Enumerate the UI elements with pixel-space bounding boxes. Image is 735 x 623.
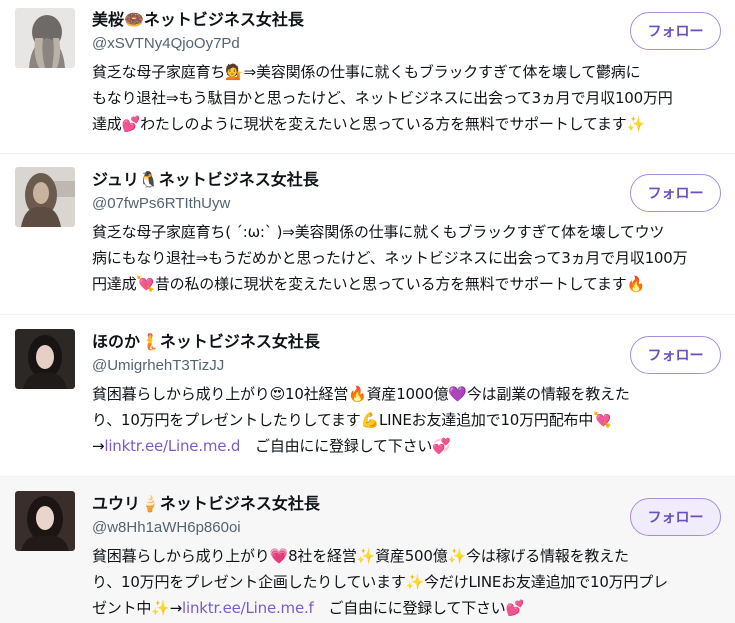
bio-line: ゼント中✨→linktr.ee/Line.me.f ご自由にに登録して下さい💕 — [92, 595, 722, 621]
user-suggestion-list: 美桜🍩ネットビジネス女社長 @xSVTNy4QjoOy7Pd 貧乏な母子家庭育ち… — [0, 0, 735, 623]
user-handle[interactable]: @w8Hh1aWH6p860oi — [92, 518, 721, 538]
follow-button[interactable]: フォロー — [630, 498, 721, 536]
user-cell-1[interactable]: 美桜🍩ネットビジネス女社長 @xSVTNy4QjoOy7Pd 貧乏な母子家庭育ち… — [0, 0, 735, 154]
user-cell-2[interactable]: ジュリ🐧ネットビジネス女社長 @07fwPs6RTIthUyw 貧乏な母子家庭育… — [0, 154, 735, 315]
avatar[interactable] — [15, 491, 75, 551]
display-name[interactable]: ほのか🧜ネットビジネス女社長 — [92, 331, 721, 353]
user-cell-3[interactable]: ほのか🧜ネットビジネス女社長 @UmigrhehT3TizJJ 貧困暮らしから成… — [0, 315, 735, 477]
user-handle[interactable]: @07fwPs6RTIthUyw — [92, 194, 721, 214]
bio-link[interactable]: linktr.ee/Line.me.d — [104, 437, 240, 455]
bio-line: 病にもなり退社⇒もうだめかと思ったけど、ネットビジネスに出会って3ヵ月で月収10… — [92, 249, 688, 267]
bio-line-suffix: ご自由にに登録して下さい💞 — [240, 437, 451, 455]
display-name[interactable]: ジュリ🐧ネットビジネス女社長 — [92, 169, 721, 191]
bio-line: 貧乏な母子家庭育ち💁⇒美容関係の仕事に就くもブラックすぎて体を壊して鬱病に — [92, 63, 641, 81]
bio-link-prefix: ゼント中✨→ — [92, 599, 183, 617]
bio-link-prefix: → — [92, 437, 105, 455]
display-name[interactable]: ユウリ🍦ネットビジネス女社長 — [92, 493, 721, 515]
user-bio: 貧困暮らしから成り上がり😍10社経営🔥資産1000億💜今は副業の情報を教えた り… — [92, 381, 722, 459]
user-bio: 貧困暮らしから成り上がり💗8社を経営✨資産500億✨今は稼げる情報を教えた り、… — [92, 543, 722, 621]
bio-line: 貧困暮らしから成り上がり💗8社を経営✨資産500億✨今は稼げる情報を教えた — [92, 547, 629, 565]
bio-line: り、10万円をプレゼントしたりしてます💪LINEお友達追加で10万円配布中💘 — [92, 411, 612, 429]
avatar[interactable] — [15, 8, 75, 68]
bio-line: 円達成💘昔の私の様に現状を変えたいと思っている方を無料でサポートしてます🔥 — [92, 275, 646, 293]
user-bio: 貧乏な母子家庭育ち💁⇒美容関係の仕事に就くもブラックすぎて体を壊して鬱病に もな… — [92, 59, 722, 137]
user-cell-4[interactable]: ユウリ🍦ネットビジネス女社長 @w8Hh1aWH6p860oi 貧困暮らしから成… — [0, 477, 735, 623]
follow-button[interactable]: フォロー — [630, 12, 721, 50]
bio-link[interactable]: linktr.ee/Line.me.f — [182, 599, 314, 617]
user-bio: 貧乏な母子家庭育ち( ´:ω:` )⇒美容関係の仕事に就くもブラックすぎて体を壊… — [92, 219, 722, 297]
bio-line: り、10万円をプレゼント企画したりしています✨今だけLINEお友達追加で10万円… — [92, 573, 668, 591]
avatar[interactable] — [15, 329, 75, 389]
bio-line: →linktr.ee/Line.me.d ご自由にに登録して下さい💞 — [92, 433, 722, 459]
follow-button[interactable]: フォロー — [630, 174, 721, 212]
bio-line-suffix: ご自由にに登録して下さい💕 — [313, 599, 525, 617]
bio-line: 達成💕わたしのように現状を変えたいと思っている方を無料でサポートしてます✨ — [92, 115, 646, 133]
bio-line: 貧困暮らしから成り上がり😍10社経営🔥資産1000億💜今は副業の情報を教えた — [92, 385, 630, 403]
bio-line: 貧乏な母子家庭育ち( ´:ω:` )⇒美容関係の仕事に就くもブラックすぎて体を壊… — [92, 223, 665, 241]
user-handle[interactable]: @UmigrhehT3TizJJ — [92, 356, 721, 376]
follow-button[interactable]: フォロー — [630, 336, 721, 374]
avatar[interactable] — [15, 167, 75, 227]
user-handle[interactable]: @xSVTNy4QjoOy7Pd — [92, 34, 721, 54]
display-name[interactable]: 美桜🍩ネットビジネス女社長 — [92, 9, 721, 31]
bio-line: もなり退社⇒もう駄目かと思ったけど、ネットビジネスに出会って3ヵ月で月収100万… — [92, 89, 673, 107]
